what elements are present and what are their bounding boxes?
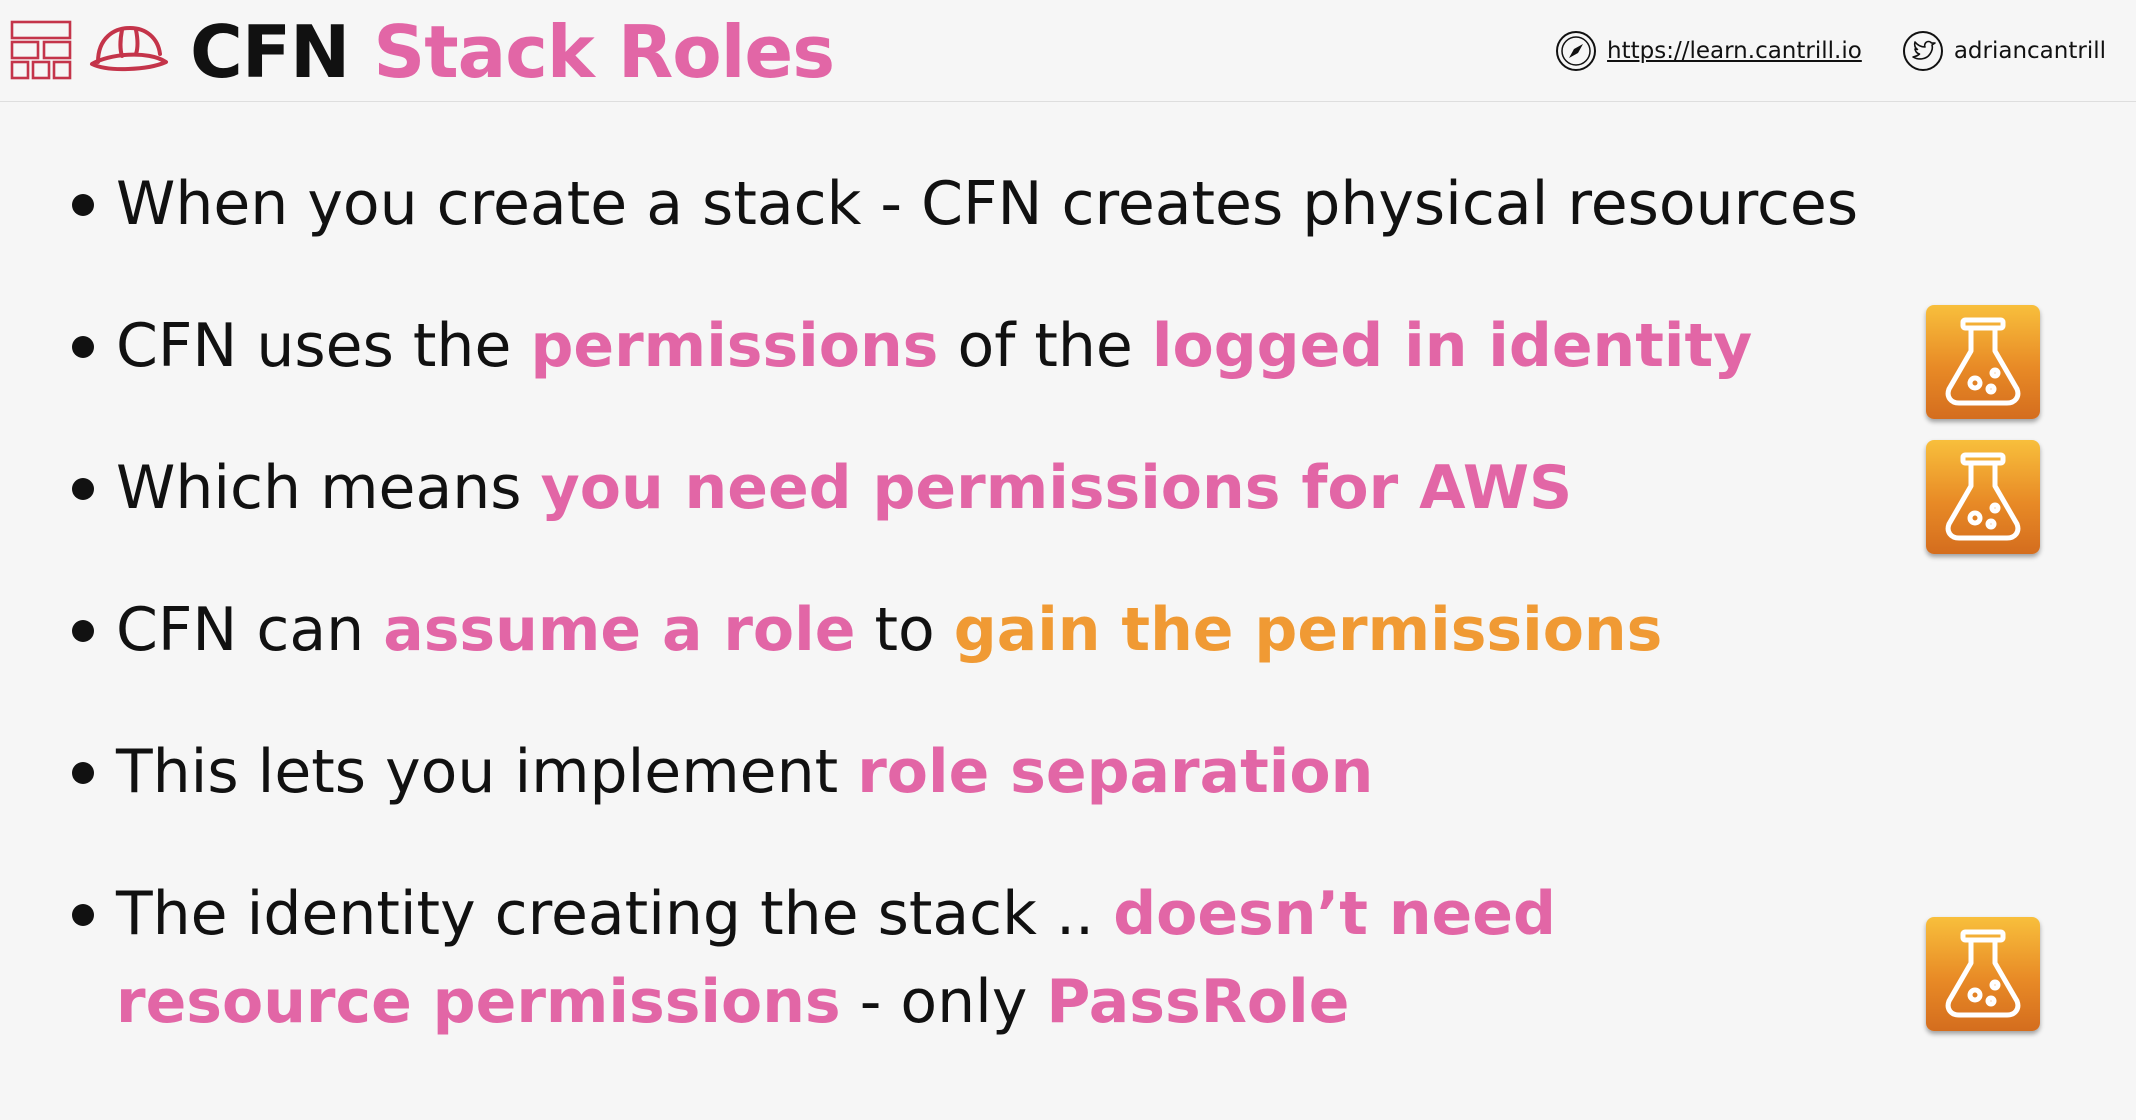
flask-icon xyxy=(1945,317,2021,406)
bullet-text: - only xyxy=(840,967,1047,1037)
bullet-item: CFN uses the permissions of the logged i… xyxy=(72,302,1902,390)
compass-icon xyxy=(1556,31,1597,71)
layout-grid-icon xyxy=(10,20,72,80)
bullet-item: The identity creating the stack .. doesn… xyxy=(72,870,1836,1046)
hard-hat-icon xyxy=(90,26,168,72)
website-url[interactable]: https://learn.cantrill.io xyxy=(1607,38,1862,64)
flask-icon xyxy=(1945,929,2021,1018)
bullet-highlight: assume a role xyxy=(383,595,856,665)
bullet-text: to xyxy=(855,595,954,665)
bullet-dot xyxy=(72,904,94,926)
bullet-highlight: PassRole xyxy=(1046,967,1350,1037)
bullet-highlight: role separation xyxy=(857,737,1374,807)
lab-flask-icon[interactable] xyxy=(1926,917,2040,1031)
bullet-highlight: permissions xyxy=(530,311,939,381)
bullet-dot xyxy=(72,478,94,500)
bullet-item: CFN can assume a role to gain the permis… xyxy=(72,586,1902,674)
bullet-highlight: you need permissions for AWS xyxy=(540,453,1573,523)
bullet-text: Which means xyxy=(116,453,541,523)
twitter-link[interactable]: adriancantrill xyxy=(1902,30,2106,72)
bullet-highlight-orange: gain the permissions xyxy=(953,595,1663,665)
bullet-dot xyxy=(72,194,94,216)
twitter-handle[interactable]: adriancantrill xyxy=(1954,38,2106,64)
website-link[interactable]: https://learn.cantrill.io xyxy=(1555,30,1862,72)
slide-title: CFN Stack Roles xyxy=(190,4,835,100)
bullet-text: of the xyxy=(938,311,1152,381)
slide-title-plain: CFN xyxy=(190,10,350,94)
bullet-list: When you create a stack - CFN creates ph… xyxy=(72,160,1902,1100)
bullet-item: This lets you implement role separation xyxy=(72,728,1902,816)
bullet-dot xyxy=(72,762,94,784)
slide-header: CFN Stack Roles https://learn.cantrill.i… xyxy=(0,0,2136,102)
bullet-text: CFN uses the xyxy=(116,311,531,381)
lab-flask-icon[interactable] xyxy=(1926,305,2040,419)
bullet-text: When you create a stack - CFN creates ph… xyxy=(116,169,1859,239)
twitter-bird-icon xyxy=(1902,31,1943,71)
bullet-text: The identity creating the stack .. xyxy=(116,879,1114,949)
flask-icon xyxy=(1945,452,2021,541)
bullet-text: CFN can xyxy=(116,595,384,665)
bullet-dot xyxy=(72,620,94,642)
bullet-highlight: logged in identity xyxy=(1151,311,1753,381)
header-links: https://learn.cantrill.io adriancantrill xyxy=(1555,28,2106,74)
bullet-text: This lets you implement xyxy=(116,737,858,807)
slide-title-accent: Stack Roles xyxy=(373,10,835,94)
bullet-item: Which means you need permissions for AWS xyxy=(72,444,1902,532)
bullet-dot xyxy=(72,336,94,358)
lab-flask-icon[interactable] xyxy=(1926,440,2040,554)
bullet-item: When you create a stack - CFN creates ph… xyxy=(72,160,1902,248)
